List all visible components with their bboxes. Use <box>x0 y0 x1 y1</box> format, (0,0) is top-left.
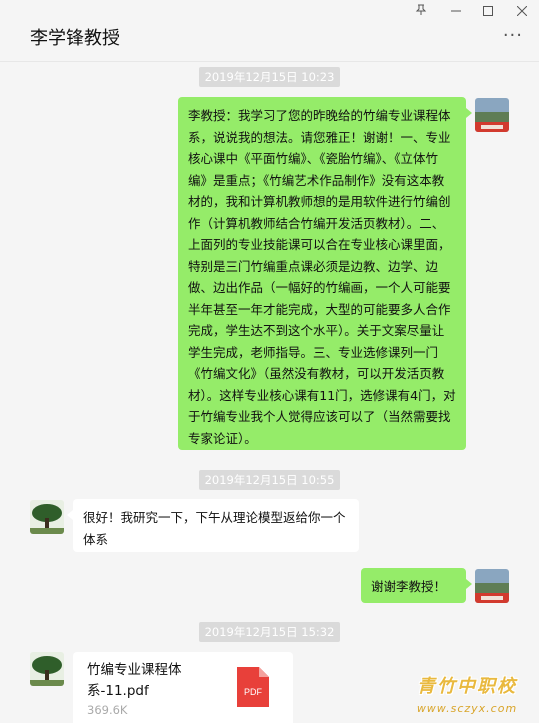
watermark-title: 青竹中职校 <box>417 676 517 697</box>
chat-title: 李学锋教授 <box>30 28 120 49</box>
bubble-tail <box>466 579 472 589</box>
message-bubble-self[interactable]: 谢谢李教授！ <box>361 568 466 603</box>
file-attachment-card[interactable]: 竹编专业课程体系-11.pdf 369.6K PDF <box>73 652 293 723</box>
maximize-icon <box>483 6 493 16</box>
close-icon <box>516 5 528 17</box>
message-bubble-contact[interactable]: 很好！我研究一下，下午从理论模型返给你一个体系 <box>73 499 359 552</box>
minimize-icon <box>451 10 461 12</box>
minimize-button[interactable] <box>445 4 467 22</box>
tree-avatar-icon <box>30 500 64 534</box>
timestamp: 2019年12月15日 10:23 <box>0 66 539 87</box>
watermark: 青竹中职校 www.sczyx.com <box>402 672 532 715</box>
bubble-tail <box>466 108 472 118</box>
self-avatar[interactable] <box>475 98 509 132</box>
more-options-button[interactable]: ··· <box>503 27 523 45</box>
contact-avatar[interactable] <box>30 652 64 686</box>
maximize-button[interactable] <box>477 4 499 22</box>
file-size: 369.6K <box>87 703 128 717</box>
pin-button[interactable] <box>410 4 432 22</box>
contact-avatar[interactable] <box>30 500 64 534</box>
landscape-avatar-icon <box>475 98 509 132</box>
pdf-file-icon: PDF <box>237 667 269 707</box>
pin-icon <box>415 4 427 15</box>
tree-avatar-icon <box>30 652 64 686</box>
self-avatar[interactable] <box>475 569 509 603</box>
watermark-url: www.sczyx.com <box>416 702 518 715</box>
timestamp: 2019年12月15日 15:32 <box>0 621 539 642</box>
timestamp: 2019年12月15日 10:55 <box>0 469 539 490</box>
file-name: 竹编专业课程体系-11.pdf <box>87 662 182 699</box>
message-bubble-self[interactable]: 李教授：我学习了您的昨晚给的竹编专业课程体系，说说我的想法。请您雅正！谢谢！一、… <box>178 97 466 450</box>
pdf-icon-label: PDF <box>244 687 263 697</box>
chat-header: 李学锋教授 ··· <box>0 0 539 62</box>
landscape-avatar-icon <box>475 569 509 603</box>
close-button[interactable] <box>511 4 533 22</box>
